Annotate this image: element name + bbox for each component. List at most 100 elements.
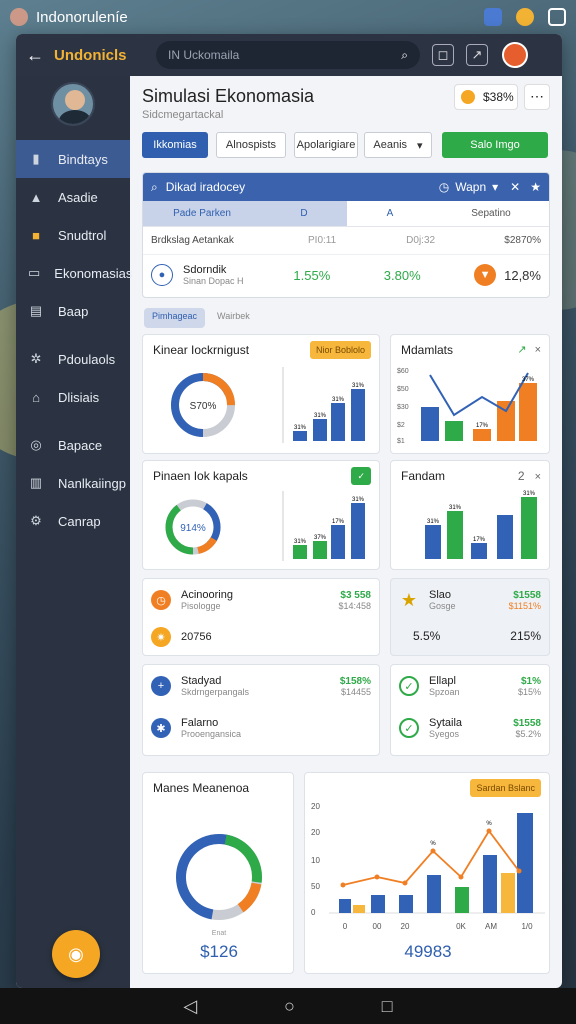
line-point bbox=[402, 880, 408, 886]
window-icon[interactable] bbox=[548, 8, 566, 26]
stat-row[interactable]: ★ Slao Gosge $1558 $1151% bbox=[399, 589, 541, 611]
y-tick: $60 bbox=[397, 368, 409, 375]
x-tick: AM bbox=[485, 922, 497, 931]
balance-pill[interactable]: $38% bbox=[454, 84, 518, 110]
wapn-label[interactable]: Wapn bbox=[455, 180, 486, 194]
tab-wairbek[interactable]: Wairbek bbox=[209, 308, 258, 328]
bar-label: 31% bbox=[352, 383, 365, 389]
y-tick: 20 bbox=[311, 802, 320, 811]
stat-sublabel: Gosge bbox=[429, 601, 456, 611]
stat-row[interactable]: ✱ Falarno Prooengansica bbox=[151, 717, 371, 739]
stat-sublabel: Spzoan bbox=[429, 687, 460, 697]
back-triangle-icon[interactable]: ◁ bbox=[183, 996, 197, 1017]
filter-tabs: Pade Parken D A Sepatino bbox=[143, 201, 549, 227]
line-point bbox=[340, 882, 346, 888]
bar-label: 37% bbox=[522, 377, 535, 383]
home-circle-icon[interactable]: ○ bbox=[284, 996, 295, 1017]
star-icon[interactable]: ★ bbox=[530, 180, 541, 194]
bar-chart: 31% 31% 17% 31% bbox=[425, 491, 537, 559]
share-icon[interactable]: ↗ bbox=[466, 44, 488, 66]
bank-icon: ▥ bbox=[29, 475, 43, 490]
chart-card-fandam: Fandam 2 × 31% 31% 17% 31% bbox=[390, 460, 550, 570]
stat-value: $158% bbox=[339, 675, 371, 687]
sidebar-item-pdoulaols[interactable]: ✲ Pdoulaols bbox=[16, 340, 130, 378]
stat-row[interactable]: ✷ 20756 bbox=[151, 627, 371, 647]
search-icon[interactable]: ⌕ bbox=[151, 180, 158, 195]
tab-pade-parken[interactable]: Pade Parken bbox=[143, 201, 261, 226]
apolarigiare-button[interactable]: Apolarigiare bbox=[294, 132, 358, 158]
sidebar-item-nanlkaiingp[interactable]: ▥ Nanlkaiingp bbox=[16, 464, 130, 502]
stat-row[interactable]: + Stadyad Skdrngerpangals $158% $14455 bbox=[151, 675, 371, 697]
camera-fab-button[interactable]: ◉ bbox=[52, 930, 100, 978]
puzzle-icon[interactable] bbox=[484, 8, 502, 26]
badge-icon[interactable] bbox=[516, 8, 534, 26]
stat-row[interactable]: ✓ Ellapl Spzoan $1% $15% bbox=[399, 675, 541, 697]
page-subtitle: Sidcmegartackal bbox=[142, 109, 224, 121]
donut-bar-chart: 914% 31% 37% 17% 31% bbox=[165, 491, 365, 561]
sidebar-item-ekonomasias[interactable]: ▭ Ekonomasias bbox=[16, 254, 132, 292]
sidebar-item-asadie[interactable]: ▲ Asadie bbox=[16, 178, 130, 216]
bar-line-chart: 20 20 10 50 0 % % 0 00 20 0K AM 1/0 4998… bbox=[311, 802, 545, 961]
profile-avatar[interactable] bbox=[51, 82, 95, 126]
clock-icon[interactable]: ◷ bbox=[439, 180, 449, 194]
row-sub: Sinan Dopac H bbox=[183, 276, 244, 286]
search-bar[interactable]: IN Uckomaila ⌕ bbox=[156, 41, 420, 69]
stat-value: $1% bbox=[520, 675, 541, 687]
sidebar-item-label: Asadie bbox=[58, 189, 98, 205]
tab-pimhageac[interactable]: Pimhageac bbox=[144, 308, 206, 328]
tools-icon[interactable]: ✕ bbox=[510, 180, 520, 194]
donut-label: 914% bbox=[180, 523, 206, 534]
bar bbox=[399, 895, 413, 913]
search-input[interactable]: IN Uckomaila bbox=[168, 48, 401, 62]
bar bbox=[371, 895, 385, 913]
user-avatar[interactable] bbox=[502, 42, 528, 68]
sidebar-item-bapace[interactable]: ◎ Bapace bbox=[16, 426, 130, 464]
back-arrow-icon[interactable]: ← bbox=[26, 45, 46, 66]
stat-row[interactable]: ✓ Sytaila Syegos $1558 $5.2% bbox=[399, 717, 541, 739]
stat-value: $1558 bbox=[513, 589, 541, 601]
sidebar-item-label: Pdoulaols bbox=[58, 351, 116, 367]
bar-label: 31% bbox=[427, 519, 440, 525]
stat-row[interactable]: ◷ Acinooring Pisologge $3 558 $14:458 bbox=[151, 589, 371, 611]
bar bbox=[313, 419, 327, 441]
tab-sepatino[interactable]: Sepatino bbox=[433, 201, 549, 226]
ikkomias-button[interactable]: Ikkomias bbox=[142, 132, 208, 158]
sidebar-item-snudtrol[interactable]: ■ Snudtrol bbox=[16, 216, 130, 254]
sidebar-item-dlisiais[interactable]: ⌂ Dlisiais bbox=[16, 378, 130, 416]
alnospists-button[interactable]: Alnospists bbox=[216, 132, 286, 158]
x-tick: 0 bbox=[343, 922, 348, 931]
stat-label: Slao bbox=[429, 589, 452, 601]
stat-subvalue: $14455 bbox=[340, 686, 371, 697]
status-bar: Indonoruleníe bbox=[0, 0, 576, 34]
bar-label: 17% bbox=[473, 537, 486, 543]
screenshot-icon[interactable]: ◻ bbox=[432, 44, 454, 66]
search-icon[interactable]: ⌕ bbox=[401, 48, 408, 63]
bar bbox=[421, 407, 439, 441]
aeanis-dropdown[interactable]: Aeanis ▾ bbox=[364, 132, 432, 158]
sidebar-item-canrap[interactable]: ⚙ Canrap bbox=[16, 502, 130, 540]
gear-icon: ⚙ bbox=[30, 513, 42, 528]
recents-square-icon[interactable]: □ bbox=[382, 996, 393, 1017]
more-menu-button[interactable]: ⋯ bbox=[524, 84, 550, 110]
sidebar-item-baap[interactable]: ▤ Baap bbox=[16, 292, 130, 330]
star-burst-icon: ✷ bbox=[151, 627, 171, 647]
line-point bbox=[486, 828, 492, 834]
bar bbox=[483, 855, 497, 913]
filter-label[interactable]: Dikad iradocey bbox=[166, 180, 439, 194]
tab-d[interactable]: D bbox=[261, 201, 347, 226]
stat-label: Acinooring bbox=[181, 589, 233, 601]
chevron-down-icon: ▾ bbox=[417, 139, 423, 152]
salo-imgo-button[interactable]: Salo Imgo bbox=[442, 132, 548, 158]
stat-card-a: ◷ Acinooring Pisologge $3 558 $14:458 ✷ 20… bbox=[142, 578, 380, 656]
y-tick: $1 bbox=[397, 438, 405, 445]
bar bbox=[447, 511, 463, 559]
x-tick: 1/0 bbox=[521, 922, 533, 931]
stat-value: $3 558 bbox=[340, 589, 371, 601]
tab-a[interactable]: A bbox=[347, 201, 433, 226]
chevron-down-icon[interactable]: ▾ bbox=[492, 180, 498, 194]
stat-subvalue: $1151% bbox=[508, 600, 541, 611]
filter-bar: ⌕ Dikad iradocey ◷ Wapn ▾ ✕ ★ bbox=[143, 173, 549, 201]
bar-label: 31% bbox=[294, 425, 307, 431]
line-point bbox=[374, 874, 380, 880]
sidebar-item-bindtays[interactable]: ▮ Bindtays bbox=[16, 140, 130, 178]
